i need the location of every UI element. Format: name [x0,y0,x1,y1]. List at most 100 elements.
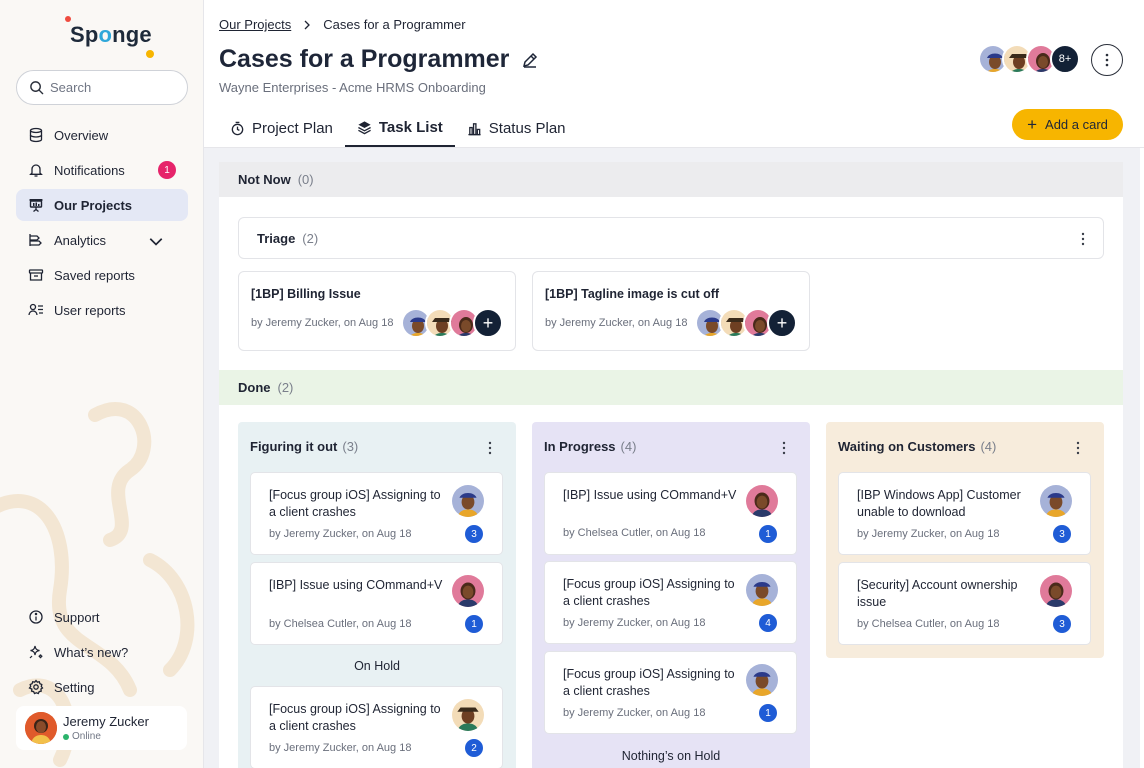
sparkle-icon [29,645,43,659]
tab-task-list[interactable]: Task List [344,110,455,147]
status-column-waiting-on-customers: Waiting on Customers (4) [IBP Windows App… [826,422,1104,658]
card-title: [Focus group iOS] Assigning to a client … [269,488,441,519]
user-list-icon [28,303,43,316]
task-card[interactable]: [Focus group iOS] Assigning to a client … [250,686,503,768]
page-title-text: Cases for a Programmer [219,45,510,73]
edit-pencil-icon[interactable] [521,51,539,69]
search-input[interactable] [50,80,170,95]
assignee-avatar [746,574,778,606]
task-card[interactable]: [IBP] Issue using COmmand+V by Chelsea C… [250,562,503,645]
add-card-label: Add a card [1045,117,1108,132]
task-card[interactable]: [Focus group iOS] Assigning to a client … [544,561,797,644]
sponge-logo[interactable]: Sponge [65,16,154,58]
comment-count-badge: 2 [465,739,483,757]
column-header[interactable]: Figuring it out (3) [250,439,358,454]
kebab-menu-icon[interactable] [1076,441,1080,455]
more-options-button[interactable] [1091,44,1123,76]
sidebar-item-whats-new[interactable]: What’s new? [16,636,188,668]
column-header[interactable]: Waiting on Customers (4) [838,439,996,454]
sidebar-item-saved-reports[interactable]: Saved reports [16,259,188,291]
sidebar-item-overview[interactable]: Overview [16,119,188,151]
assignee-avatar [746,664,778,696]
column-count: (4) [620,439,637,454]
triage-section-header[interactable]: Triage (2) [238,217,1104,259]
task-card[interactable]: [1BP] Tagline image is cut off by Jeremy… [532,271,810,351]
info-icon [29,610,43,624]
group-header-not-now[interactable]: Not Now (0) [219,162,1123,197]
assignee-avatar [1040,485,1072,517]
breadcrumb-our-projects[interactable]: Our Projects [219,17,291,32]
add-assignee-button[interactable]: + [767,308,797,338]
sidebar-item-user-reports[interactable]: User reports [16,294,188,326]
user-status: Online [63,731,149,742]
card-title: [IBP Windows App] Customer unable to dow… [857,488,1021,519]
project-subtitle: Wayne Enterprises - Acme HRMS Onboarding [219,80,486,95]
breadcrumb: Our Projects Cases for a Programmer [219,17,466,32]
bell-icon [29,164,43,177]
card-title: [IBP] Issue using COmmand+V [269,578,443,592]
tab-project-plan[interactable]: Project Plan [218,110,345,147]
kebab-menu-icon[interactable] [782,441,786,455]
card-meta: by Chelsea Cutler, on Aug 18 [269,618,412,630]
add-card-button[interactable]: + Add a card [1012,109,1123,140]
task-card[interactable]: [1BP] Billing Issue by Jeremy Zucker, on… [238,271,516,351]
sidebar-item-notifications[interactable]: Notifications 1 [16,154,188,186]
user-status-label: Online [72,731,101,742]
card-meta: by Jeremy Zucker, on Aug 18 [269,528,412,540]
task-card[interactable]: [IBP Windows App] Customer unable to dow… [838,472,1091,555]
nothing-on-hold-label: Nothing’s on Hold [621,749,721,763]
comment-count-badge: 4 [759,614,777,632]
database-icon [29,127,43,143]
user-profile-card[interactable]: Jeremy Zucker Online [16,706,187,750]
sidebar-item-label: Support [54,609,100,625]
add-assignee-button[interactable]: + [473,308,503,338]
sidebar-item-label: User reports [54,302,126,318]
task-card[interactable]: [Security] Account ownership issue by Ch… [838,562,1091,645]
comment-count-badge: 3 [465,525,483,543]
analytics-icon [29,234,42,246]
logo-dot-red [65,16,71,22]
sidebar-item-our-projects[interactable]: Our Projects [16,189,188,221]
sidebar-item-label: Setting [54,679,95,695]
card-title: [Focus group iOS] Assigning to a client … [563,667,735,698]
task-card[interactable]: [IBP] Issue using COmmand+V by Chelsea C… [544,472,797,555]
sidebar-nav: Overview Notifications 1 Our Projects An… [16,119,188,329]
breadcrumb-current: Cases for a Programmer [323,17,466,32]
board-content: Not Now (0) Triage (2) [1BP] Billing Iss… [219,162,1123,768]
column-header[interactable]: In Progress (4) [544,439,636,454]
bar-chart-icon [468,123,481,136]
search-icon [30,81,44,95]
card-title: [Focus group iOS] Assigning to a client … [269,702,441,733]
group-header-done[interactable]: Done (2) [219,370,1123,405]
page-title: Cases for a Programmer [219,45,539,74]
kebab-menu-icon[interactable] [488,441,492,455]
sidebar-item-label: Notifications [54,162,125,178]
tab-bar: Project Plan Task List Status Plan [218,110,578,147]
member-overflow-count[interactable]: 8+ [1050,44,1080,74]
comment-count-badge: 1 [465,615,483,633]
user-name: Jeremy Zucker [63,714,149,729]
card-assignees: + [695,308,797,338]
search-box[interactable] [16,70,188,105]
sidebar-item-label: Our Projects [54,197,133,213]
gear-icon [28,679,44,695]
chevron-down-icon[interactable] [148,233,164,249]
task-card[interactable]: [Focus group iOS] Assigning to a client … [250,472,503,555]
status-column-figuring-it-out: Figuring it out (3) [Focus group iOS] Ass… [238,422,516,768]
task-card[interactable]: [Focus group iOS] Assigning to a client … [544,651,797,734]
card-meta: by Chelsea Cutler, on Aug 18 [857,618,1000,630]
sidebar-item-setting[interactable]: Setting [16,671,188,703]
column-count: (4) [980,439,997,454]
member-avatars[interactable]: 8+ [978,44,1080,74]
kebab-menu-icon[interactable] [1081,232,1085,246]
tab-label: Project Plan [252,120,333,137]
tab-label: Task List [378,119,443,136]
assignee-avatar [1040,575,1072,607]
avatar [25,712,57,744]
card-title: [Focus group iOS] Assigning to a client … [563,577,735,608]
card-title: [Security] Account ownership issue [857,578,1018,609]
tab-status-plan[interactable]: Status Plan [455,110,578,147]
sidebar-item-support[interactable]: Support [16,601,188,633]
sidebar-item-analytics[interactable]: Analytics [16,224,188,256]
group-count: (2) [277,380,294,395]
